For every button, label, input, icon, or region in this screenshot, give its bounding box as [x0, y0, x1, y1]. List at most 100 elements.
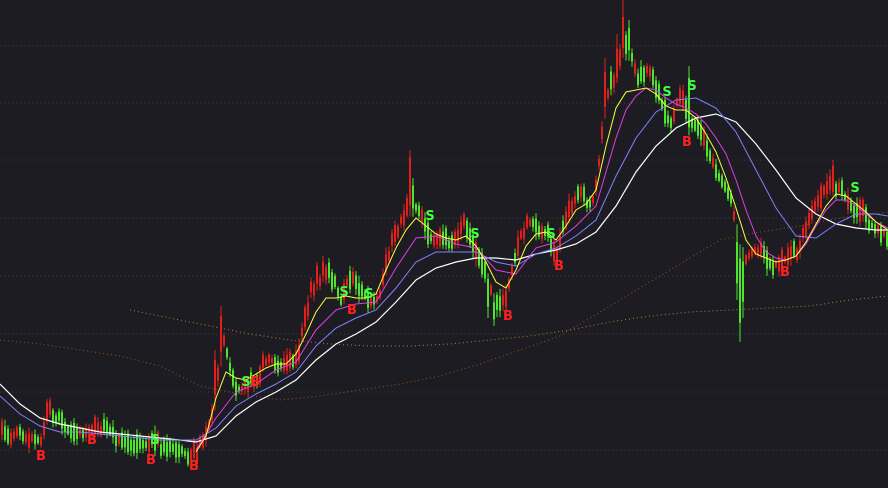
candle-body: [325, 266, 327, 281]
buy-signal-label: B: [347, 303, 357, 318]
candle-body: [412, 185, 414, 209]
sell-signal-label: S: [687, 79, 696, 94]
candle-body: [391, 232, 393, 246]
candle-body: [526, 215, 528, 228]
ma-long-line: [0, 113, 888, 443]
candle-body: [415, 204, 417, 211]
candle-body: [607, 89, 609, 98]
candle-body: [625, 35, 627, 54]
candle-body: [493, 302, 495, 320]
candle-body: [826, 181, 828, 194]
candle-body: [322, 261, 324, 276]
candle-body: [49, 400, 51, 415]
candle-body: [67, 426, 69, 435]
candle-body: [874, 224, 876, 234]
candle-body: [22, 431, 24, 442]
candle-body: [307, 302, 309, 317]
candle-body: [682, 90, 684, 107]
candlestick-chart: BBB BBB BBBBSSS SSS SS SS: [0, 0, 888, 474]
candle-body: [457, 229, 459, 243]
candle-body: [673, 109, 675, 122]
candle-body: [220, 316, 222, 352]
candle-body: [742, 261, 744, 302]
candle-body: [706, 140, 708, 157]
candle-body: [166, 441, 168, 457]
sell-signal-label: S: [241, 375, 250, 390]
candle-body: [13, 431, 15, 439]
candle-body: [505, 290, 507, 307]
candle-body: [628, 28, 630, 51]
candle-body: [463, 214, 465, 227]
candle-body: [640, 66, 642, 82]
candle-body: [445, 228, 447, 246]
candle-body: [811, 205, 813, 220]
candle-body: [82, 429, 84, 439]
candle-body: [160, 444, 162, 456]
sell-signal-label: S: [662, 85, 671, 100]
candle-body: [592, 196, 594, 203]
sell-signal-label: S: [850, 181, 859, 196]
candle-body: [583, 186, 585, 202]
ma-slow-line: [0, 97, 888, 441]
candle-body: [499, 296, 501, 311]
candle-body: [193, 440, 195, 458]
candle-body: [724, 181, 726, 192]
candle-body: [31, 434, 33, 442]
candle-body: [394, 224, 396, 242]
candle-body: [268, 354, 270, 363]
candle-body: [352, 271, 354, 284]
sell-signal-label: S: [339, 285, 348, 300]
candle-body: [106, 420, 108, 433]
candle-body: [805, 221, 807, 237]
candle-body: [97, 422, 99, 433]
candle-body: [748, 252, 750, 259]
candle-body: [514, 253, 516, 263]
candle-body: [568, 200, 570, 218]
candle-body: [793, 241, 795, 256]
candle-body: [40, 437, 42, 446]
candle-body: [577, 186, 579, 201]
candle-body: [709, 150, 711, 162]
candle-body: [616, 48, 618, 78]
candle-body: [532, 218, 534, 228]
candle-body: [4, 426, 6, 440]
candle-body: [772, 261, 774, 276]
candle-body: [769, 260, 771, 269]
candle-body: [580, 186, 582, 197]
candle-body: [634, 63, 636, 74]
candle-body: [838, 182, 840, 192]
candle-body: [277, 360, 279, 373]
candle-body: [319, 277, 321, 286]
candle-body: [814, 200, 816, 211]
candle-body: [823, 186, 825, 195]
candle-body: [670, 118, 672, 128]
candle-body: [841, 180, 843, 196]
candle-body: [403, 210, 405, 226]
candle-body: [685, 99, 687, 119]
candle-body: [604, 72, 606, 107]
candle-body: [418, 205, 420, 217]
candles-layer: [1, 0, 888, 470]
candle-body: [496, 294, 498, 310]
sell-signal-label: S: [364, 287, 373, 302]
candle-body: [820, 185, 822, 209]
candle-body: [37, 436, 39, 444]
candle-body: [694, 119, 696, 131]
candle-body: [229, 362, 231, 372]
sell-signal-label: S: [425, 209, 434, 224]
buy-signal-label: B: [87, 433, 97, 448]
candle-body: [643, 67, 645, 83]
candle-body: [304, 307, 306, 328]
candle-body: [16, 427, 18, 437]
candle-body: [163, 439, 165, 453]
buy-signal-label: B: [36, 449, 46, 464]
candle-body: [631, 52, 633, 62]
sell-signal-label: S: [470, 227, 479, 242]
candle-body: [19, 426, 21, 436]
buy-signal-label: B: [250, 375, 260, 390]
candle-body: [331, 272, 333, 290]
candle-body: [409, 157, 411, 206]
candle-body: [637, 73, 639, 86]
candle-body: [652, 69, 654, 86]
candle-body: [430, 234, 432, 242]
